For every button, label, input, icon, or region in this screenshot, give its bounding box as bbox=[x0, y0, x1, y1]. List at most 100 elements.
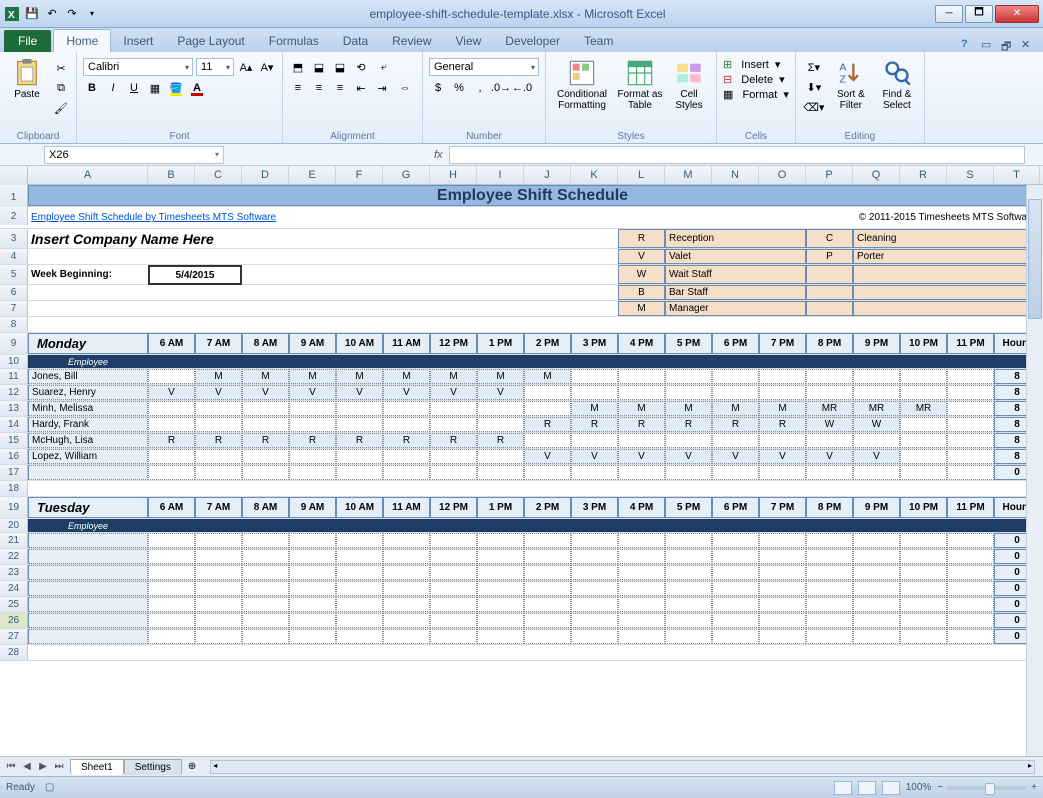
cell[interactable]: 11 AM bbox=[383, 497, 430, 518]
cell[interactable] bbox=[242, 533, 289, 548]
cell[interactable] bbox=[148, 401, 195, 416]
cell[interactable] bbox=[900, 629, 947, 644]
cell[interactable]: 3 PM bbox=[571, 497, 618, 518]
cell[interactable]: R bbox=[759, 417, 806, 432]
cell[interactable] bbox=[853, 597, 900, 612]
number-format-combo[interactable]: General bbox=[429, 58, 539, 76]
cell[interactable]: Jones, Bill bbox=[28, 369, 148, 384]
cell[interactable] bbox=[665, 629, 712, 644]
column-header[interactable]: Q bbox=[853, 166, 900, 184]
cell[interactable] bbox=[665, 465, 712, 480]
cell[interactable] bbox=[806, 265, 853, 284]
zoom-in-icon[interactable]: + bbox=[1031, 782, 1037, 793]
cell[interactable] bbox=[853, 301, 1040, 316]
cell[interactable]: V bbox=[289, 385, 336, 400]
cell[interactable] bbox=[430, 597, 477, 612]
currency-icon[interactable]: $ bbox=[429, 79, 447, 97]
cell[interactable] bbox=[900, 433, 947, 448]
row-header[interactable]: 14 bbox=[0, 417, 28, 432]
cell[interactable] bbox=[28, 465, 148, 480]
cell[interactable]: Employee bbox=[28, 355, 148, 368]
cell[interactable] bbox=[806, 565, 853, 580]
cell[interactable] bbox=[853, 285, 1040, 300]
file-tab[interactable]: File bbox=[4, 30, 51, 52]
tab-home[interactable]: Home bbox=[53, 29, 111, 52]
font-size-combo[interactable]: 11 bbox=[196, 58, 234, 76]
insert-cells-button[interactable]: ⊞ Insert ▾ bbox=[723, 58, 780, 71]
cell[interactable]: M bbox=[242, 369, 289, 384]
cell[interactable] bbox=[900, 581, 947, 596]
cell[interactable] bbox=[148, 355, 1040, 368]
cell[interactable] bbox=[853, 265, 1040, 284]
cell[interactable]: 7 AM bbox=[195, 497, 242, 518]
cell[interactable] bbox=[712, 369, 759, 384]
cell[interactable] bbox=[336, 229, 618, 248]
cell[interactable] bbox=[28, 597, 148, 612]
cell[interactable]: V bbox=[665, 449, 712, 464]
cell[interactable] bbox=[759, 613, 806, 628]
column-header[interactable]: C bbox=[195, 166, 242, 184]
cell[interactable] bbox=[806, 385, 853, 400]
cell[interactable] bbox=[148, 581, 195, 596]
page-break-view-icon[interactable] bbox=[882, 781, 900, 795]
cell[interactable] bbox=[759, 597, 806, 612]
cell[interactable] bbox=[712, 565, 759, 580]
cell[interactable] bbox=[571, 613, 618, 628]
cell[interactable] bbox=[242, 449, 289, 464]
row-header[interactable]: 23 bbox=[0, 565, 28, 580]
cell[interactable] bbox=[665, 581, 712, 596]
cell[interactable]: 9 PM bbox=[853, 333, 900, 354]
cell[interactable]: MR bbox=[853, 401, 900, 416]
sheet-nav-prev-icon[interactable]: ◀ bbox=[20, 761, 34, 772]
cell[interactable] bbox=[289, 565, 336, 580]
cell[interactable] bbox=[430, 629, 477, 644]
cell[interactable] bbox=[571, 533, 618, 548]
cell[interactable]: M bbox=[477, 369, 524, 384]
align-center-icon[interactable]: ≡ bbox=[310, 79, 328, 97]
column-header[interactable]: N bbox=[712, 166, 759, 184]
cell[interactable] bbox=[289, 629, 336, 644]
cell[interactable] bbox=[618, 565, 665, 580]
cell[interactable] bbox=[618, 613, 665, 628]
cell[interactable] bbox=[618, 369, 665, 384]
cell[interactable] bbox=[148, 417, 195, 432]
row-header[interactable]: 20 bbox=[0, 519, 28, 532]
grow-font-icon[interactable]: A▴ bbox=[237, 58, 255, 76]
cell[interactable] bbox=[806, 549, 853, 564]
cell[interactable] bbox=[571, 581, 618, 596]
cell[interactable] bbox=[853, 549, 900, 564]
cell[interactable] bbox=[383, 565, 430, 580]
cell[interactable] bbox=[383, 581, 430, 596]
tab-view[interactable]: View bbox=[444, 30, 494, 52]
cell[interactable] bbox=[336, 549, 383, 564]
cell[interactable] bbox=[900, 385, 947, 400]
cell[interactable] bbox=[665, 565, 712, 580]
cell[interactable] bbox=[900, 533, 947, 548]
cell[interactable] bbox=[947, 417, 994, 432]
cell[interactable] bbox=[336, 629, 383, 644]
row-header[interactable]: 27 bbox=[0, 629, 28, 644]
cell[interactable] bbox=[430, 449, 477, 464]
cell[interactable]: Employee Shift Schedule bbox=[28, 185, 1037, 206]
row-header[interactable]: 12 bbox=[0, 385, 28, 400]
row-header[interactable]: 13 bbox=[0, 401, 28, 416]
cell[interactable] bbox=[430, 613, 477, 628]
cell[interactable] bbox=[712, 629, 759, 644]
cell[interactable] bbox=[195, 597, 242, 612]
cell[interactable] bbox=[712, 385, 759, 400]
cell[interactable] bbox=[759, 369, 806, 384]
cell[interactable]: Reception bbox=[665, 229, 806, 248]
cell[interactable] bbox=[289, 597, 336, 612]
cell[interactable]: 8 PM bbox=[806, 333, 853, 354]
cell[interactable]: R bbox=[195, 433, 242, 448]
cell[interactable]: W bbox=[618, 265, 665, 284]
cell[interactable]: 6 PM bbox=[712, 333, 759, 354]
formula-input[interactable] bbox=[449, 146, 1025, 164]
cell[interactable]: Week Beginning: bbox=[28, 265, 148, 284]
cell[interactable]: M bbox=[289, 369, 336, 384]
cut-icon[interactable]: ✂ bbox=[52, 59, 70, 77]
column-header[interactable]: P bbox=[806, 166, 853, 184]
cell[interactable] bbox=[853, 581, 900, 596]
row-header[interactable]: 11 bbox=[0, 369, 28, 384]
cell[interactable]: V bbox=[524, 449, 571, 464]
